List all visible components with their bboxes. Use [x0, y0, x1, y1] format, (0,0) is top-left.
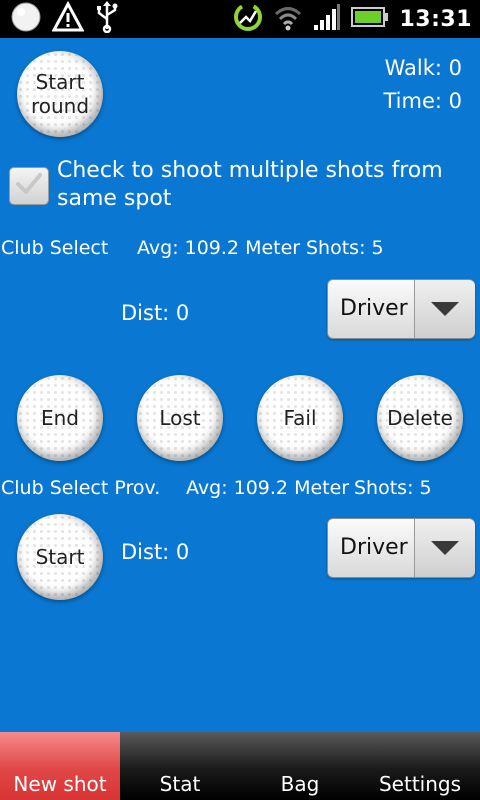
checkmark-icon — [14, 170, 44, 202]
club-select-prov-value: Driver — [340, 535, 408, 560]
sync-icon — [233, 2, 263, 36]
club-select-prov-label: Club Select Prov. — [1, 477, 161, 499]
club-select-avg: Avg: 109.2 Meter — [137, 237, 301, 259]
club-select-prov-dist: Dist: 0 — [121, 540, 190, 564]
club-select-dropdown[interactable]: Driver — [327, 279, 475, 339]
club-select-prov-dropdown[interactable]: Driver — [327, 518, 475, 578]
tab-stat[interactable]: Stat — [120, 732, 240, 800]
status-right-icons: 13:31 — [233, 3, 472, 35]
warning-icon — [51, 0, 85, 37]
tab-bag[interactable]: Bag — [240, 732, 360, 800]
end-button[interactable]: End — [17, 375, 103, 461]
multi-shot-label: Check to shoot multiple shots from same … — [57, 158, 443, 211]
walk-readout: Walk: 0 — [384, 56, 462, 80]
fail-label: Fail — [283, 406, 317, 430]
lost-label: Lost — [159, 406, 201, 430]
usb-icon — [94, 1, 120, 37]
end-label: End — [40, 406, 79, 430]
bottom-tab-bar: New shot Stat Bag Settings — [0, 732, 480, 800]
start-round-button[interactable]: Start round — [17, 51, 103, 137]
chevron-down-icon[interactable] — [415, 280, 475, 338]
time-readout: Time: 0 — [383, 89, 462, 113]
wifi-icon — [273, 3, 303, 35]
signal-icon — [313, 3, 341, 35]
multi-shot-checkbox[interactable] — [9, 167, 49, 205]
status-clock: 13:31 — [399, 6, 472, 32]
tab-label: Stat — [159, 772, 201, 796]
delete-label: Delete — [387, 406, 453, 430]
status-left-icons — [10, 0, 120, 37]
club-select-label: Club Select — [1, 237, 109, 259]
start-label: Start — [35, 545, 85, 569]
start-button[interactable]: Start — [17, 514, 103, 600]
club-select-shots: Shots: 5 — [306, 237, 384, 259]
start-round-label: Start round — [30, 70, 90, 118]
tab-label: New shot — [13, 772, 107, 796]
delete-button[interactable]: Delete — [377, 375, 463, 461]
status-bar: 13:31 — [0, 0, 480, 38]
club-select-dist: Dist: 0 — [121, 301, 190, 325]
fail-button[interactable]: Fail — [257, 375, 343, 461]
golf-ball-icon — [10, 1, 42, 37]
club-select-prov-avg: Avg: 109.2 Meter — [186, 477, 350, 499]
club-select-prov-shots: Shots: 5 — [354, 477, 432, 499]
tab-label: Bag — [280, 772, 320, 796]
chevron-down-icon[interactable] — [415, 519, 475, 577]
tab-new-shot[interactable]: New shot — [0, 732, 120, 800]
battery-icon — [351, 6, 389, 32]
tab-settings[interactable]: Settings — [360, 732, 480, 800]
tab-label: Settings — [378, 772, 462, 796]
lost-button[interactable]: Lost — [137, 375, 223, 461]
club-select-value: Driver — [340, 296, 408, 321]
